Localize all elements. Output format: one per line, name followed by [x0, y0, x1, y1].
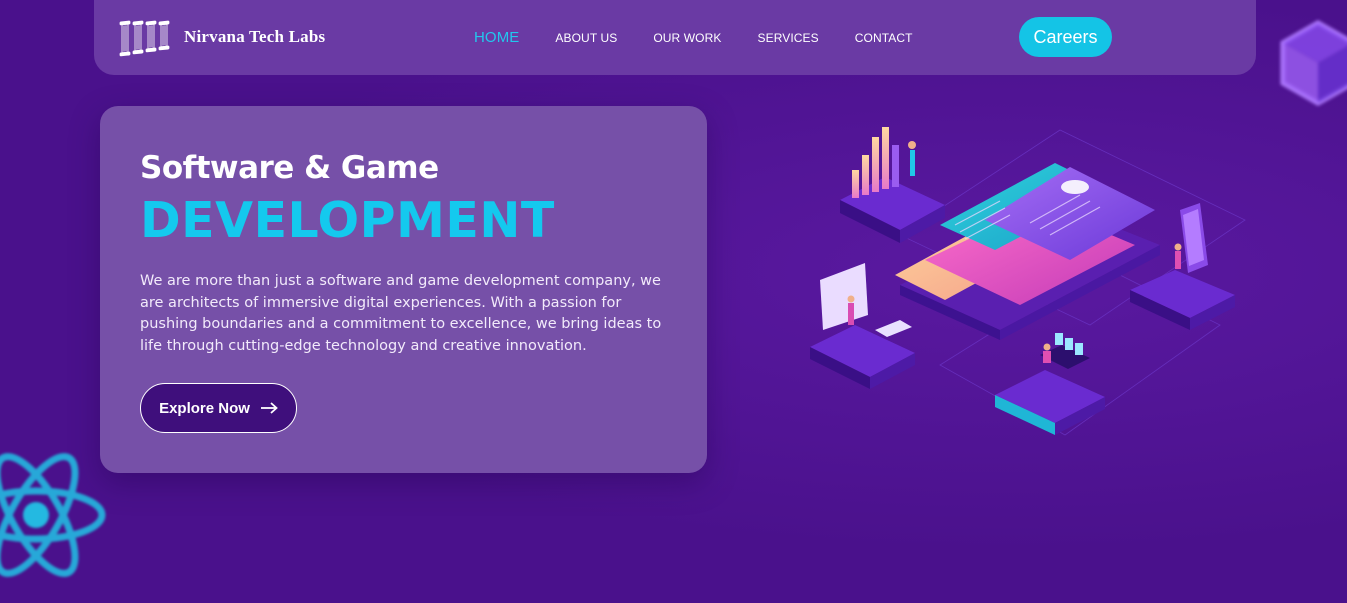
explore-now-label: Explore Now: [159, 399, 250, 417]
nav-contact[interactable]: CONTACT: [855, 31, 913, 45]
nav-about-us[interactable]: ABOUT US: [555, 31, 617, 45]
hero-card: Software & Game DEVELOPMENT We are more …: [100, 106, 707, 473]
nav-services[interactable]: SERVICES: [757, 31, 818, 45]
nav-home[interactable]: HOME: [474, 29, 519, 46]
arrow-right-icon: [260, 402, 278, 414]
nav-our-work[interactable]: OUR WORK: [653, 31, 721, 45]
react-atom-icon: [0, 453, 106, 577]
hero-description: We are more than just a software and gam…: [140, 273, 662, 354]
isometric-development-illustration: [810, 127, 1246, 436]
navbar: Nirvana Tech Labs HOME ABOUT US OUR WORK…: [94, 0, 1256, 75]
brand[interactable]: Nirvana Tech Labs: [118, 12, 325, 62]
hero-subtitle: Software & Game: [140, 150, 439, 186]
explore-now-button[interactable]: Explore Now: [140, 383, 297, 433]
careers-button[interactable]: Careers: [1019, 17, 1112, 57]
pillars-icon: [119, 20, 170, 57]
cube-icon: [1280, 20, 1347, 106]
nav-menu: HOME ABOUT US OUR WORK SERVICES CONTACT: [474, 0, 949, 75]
hero-title: DEVELOPMENT: [140, 192, 555, 249]
brand-name: Nirvana Tech Labs: [184, 27, 326, 46]
